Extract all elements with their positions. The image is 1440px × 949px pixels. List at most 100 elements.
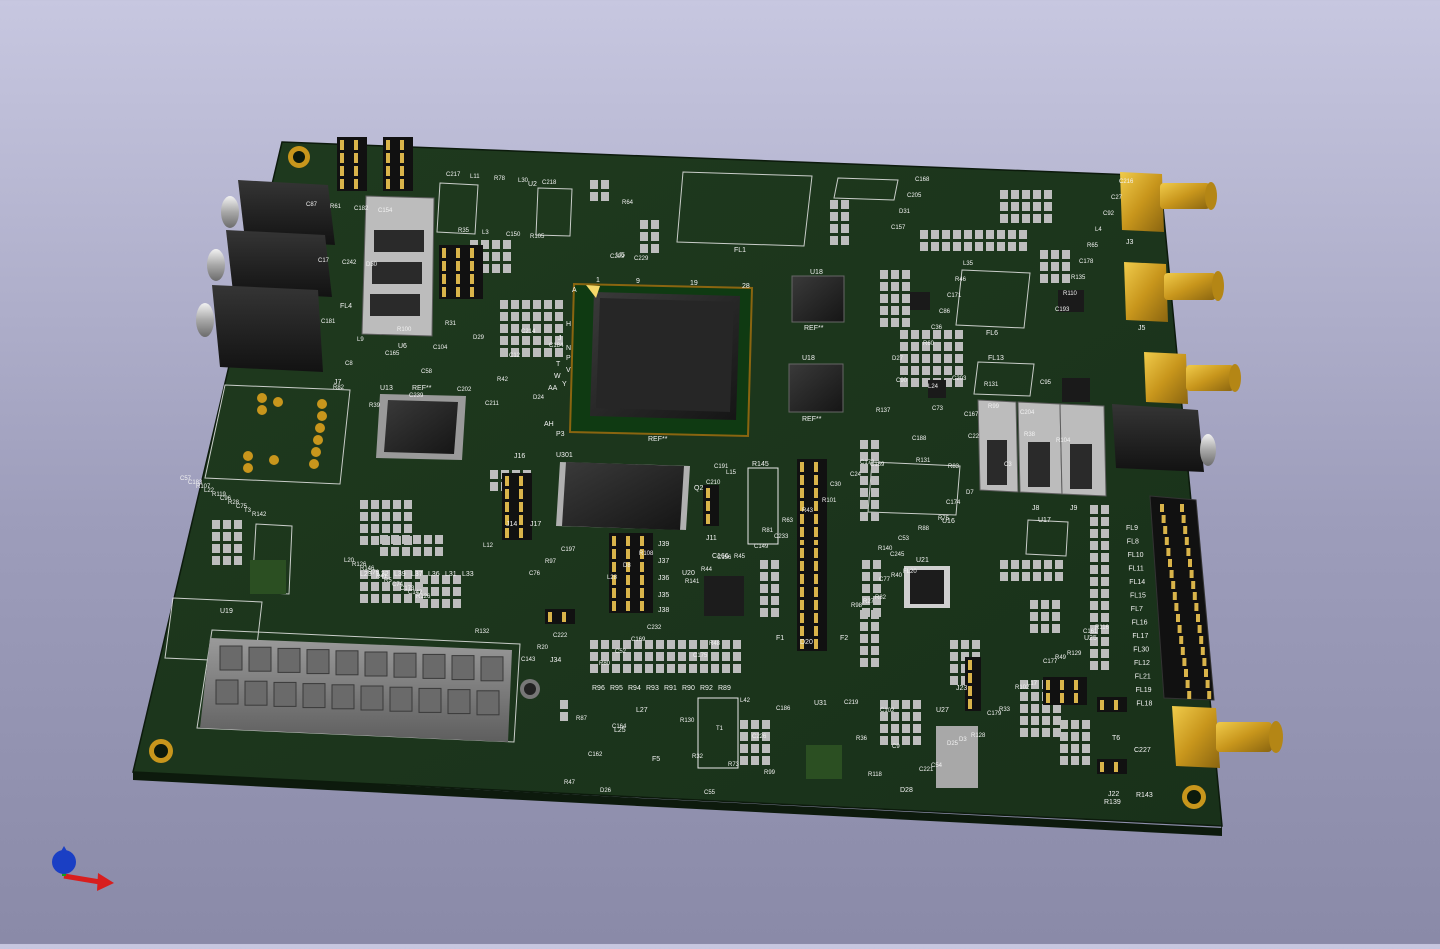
power-connector (200, 638, 512, 742)
smd-pad (1062, 262, 1070, 271)
smd-pad (933, 354, 941, 363)
component-label: R140 (878, 546, 893, 552)
smd-pad (1060, 732, 1068, 741)
smd-pad (860, 512, 868, 521)
component-label: T3 (244, 508, 252, 514)
header-pin (626, 601, 630, 611)
j17-label: J17 (530, 521, 541, 528)
u13-ref: REF** (412, 385, 432, 392)
long-header-pin (1184, 669, 1188, 677)
smd-pad (590, 664, 598, 673)
smd-pad (1042, 728, 1050, 737)
power-connector-pin (389, 686, 413, 712)
component-label: R137 (876, 408, 891, 414)
header-pin (626, 588, 630, 598)
smd-pad (234, 532, 242, 541)
smd-pad (544, 348, 552, 357)
j34-label: J34 (550, 657, 561, 664)
smd-pad (500, 324, 508, 333)
smd-pad (223, 520, 231, 529)
smd-pad (873, 584, 881, 593)
component-label: C86 (939, 309, 951, 315)
smd-pad (913, 700, 921, 709)
component-label: R88 (918, 526, 930, 532)
header-pin (800, 561, 804, 571)
header-pin (814, 574, 818, 584)
smd-pad (511, 300, 519, 309)
component-label: C53 (898, 536, 910, 542)
smd-pad (1019, 242, 1027, 251)
long-header-pin (1184, 537, 1189, 545)
smd-pad (380, 535, 388, 544)
component-label: C184 (549, 343, 564, 349)
header-pin (519, 515, 523, 525)
header-pin (1046, 680, 1050, 690)
component-label: C171 (947, 293, 962, 299)
smd-pad (862, 584, 870, 593)
smd-pad (880, 270, 888, 279)
smd-pad (601, 652, 609, 661)
component-label: L11 (470, 174, 480, 180)
component-label: C73 (932, 406, 944, 412)
smd-pad (920, 230, 928, 239)
header-pin (456, 248, 460, 258)
component-label: R116 (1095, 625, 1110, 631)
smd-pad (1101, 553, 1109, 562)
smd-pad (420, 599, 428, 608)
header-pin (470, 287, 474, 297)
header-pin (1060, 693, 1064, 703)
smd-pad (911, 330, 919, 339)
smd-pad (371, 594, 379, 603)
fl-label: FL30 (1133, 647, 1149, 654)
component-label: C169 (631, 637, 646, 643)
header-pin (800, 626, 804, 636)
smd-pad (612, 664, 620, 673)
header-pin (612, 536, 616, 546)
smd-pad (771, 560, 779, 569)
component-label: C233 (774, 534, 789, 540)
component-label: R99 (764, 770, 776, 776)
smd-pad (1101, 541, 1109, 550)
component-label: C12 (509, 353, 521, 359)
smd-pad (841, 224, 849, 233)
smd-pad (640, 232, 648, 241)
component-label: R61 (330, 204, 342, 210)
component-label: L24 (928, 384, 939, 390)
smd-pad (612, 640, 620, 649)
smd-pad (1020, 728, 1028, 737)
power-connector-pin (273, 681, 297, 707)
inductor-label: L36 (428, 571, 440, 578)
header-pin (386, 179, 390, 189)
header-pin (640, 588, 644, 598)
smd-pad (533, 300, 541, 309)
j36-label: J36 (658, 575, 669, 582)
smd-pad (1011, 202, 1019, 211)
component-label: R97 (545, 559, 557, 565)
smd-pad (413, 535, 421, 544)
header-pin (640, 601, 644, 611)
smd-pad (771, 608, 779, 617)
component-label: C143 (521, 657, 536, 663)
smd-pad (733, 664, 741, 673)
component-label: R82 (875, 595, 887, 601)
smd-pad (1011, 214, 1019, 223)
smd-pad (656, 640, 664, 649)
component-label: R130 (680, 718, 695, 724)
header-pin (800, 548, 804, 558)
smd-pad (544, 300, 552, 309)
smd-pad (1022, 214, 1030, 223)
smd-pad (964, 230, 972, 239)
smd-pad (1090, 577, 1098, 586)
smd-pad (902, 318, 910, 327)
smd-pad (931, 242, 939, 251)
smd-pad (212, 532, 220, 541)
component-label: C90 (896, 378, 908, 384)
smd-pad (762, 756, 770, 765)
smd-pad (762, 720, 770, 729)
component-label: C188 (912, 436, 927, 442)
j9-label: J9 (1070, 505, 1078, 512)
smd-pad (435, 535, 443, 544)
component-label: L9 (357, 337, 364, 343)
3d-viewer-canvas[interactable]: 1 9 19 28 A H J N P T V W Y AA AH P3 REF… (0, 0, 1440, 944)
header-pin (814, 639, 818, 649)
